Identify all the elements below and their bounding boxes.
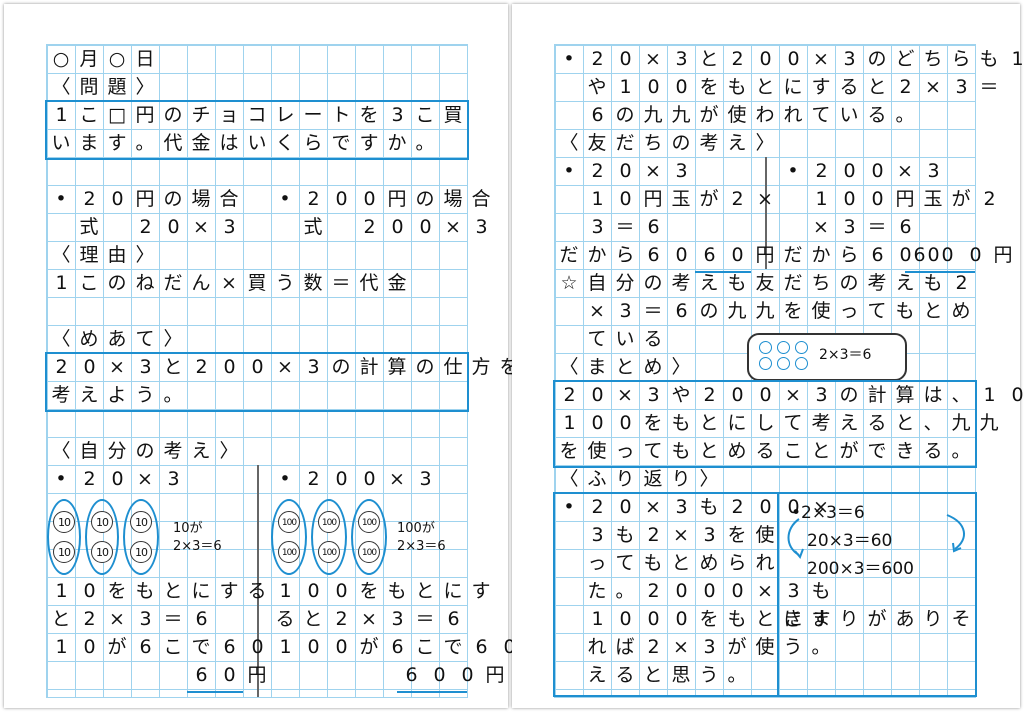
reflect-left-2: 3 も 2 × 3 を使 [591,524,775,546]
answer-underline [397,691,467,693]
star-line-2: × 3 ＝ 6 の九九を使ってもとめ [589,300,971,322]
case200-title: • 2 0 0 円の場合 [279,188,491,210]
right-grid: •20×3と200×3のどちらも10 や100をもとにすると2×3＝ 6の九九が… [553,44,1024,698]
dot-icon [759,357,772,370]
hundred-yen-coin: 100 [278,541,300,563]
answer-underline [187,691,243,693]
summary-line-2: 1 0 0 をもとにして考えると、九九 [563,412,999,434]
friend-a-title: • 2 0 × 3 [563,160,687,182]
reflect-heading: 〈ふり返り〉 [559,468,719,490]
problem-line-1: 1 こ □ 円のチョコレートを 3 こ買 [55,104,463,126]
dot-icon [795,341,808,354]
friend-a-line-3: だから60 [559,244,687,266]
reason-text: 1 このねだん × 買う数＝代金 [55,272,407,294]
own-a-note-1: 10が [173,521,203,536]
case20-title: • 2 0 円の場合 [55,188,239,210]
star-line-3: ている [587,328,663,350]
hundred-yen-coin: 100 [278,511,300,533]
reflect-left-3: ってもとめられ [587,552,775,574]
dot-icon [777,357,790,370]
goal-line-1: 2 0 × 3 と 2 0 0 × 3 の計算の仕方を [55,356,519,378]
right-line-1: •20×3と200×3のどちらも10 [563,48,1023,70]
ten-yen-coin: 10 [130,511,152,533]
own-a-title: • 2 0 × 3 [55,468,179,490]
summary-line-3: を使ってもとめることができる。 [559,440,971,462]
friend-heading: 〈友だちの考え〉 [559,132,775,154]
hundred-yen-coin: 100 [318,511,340,533]
own-b-title: • 2 0 0 × 3 [279,468,431,490]
own-a-note-2: 2×3＝6 [173,539,222,554]
arrow-icon [787,514,965,559]
right-line-2: や 1 0 0 をもとにすると 2 × 3 ＝ [587,76,999,98]
ten-yen-coin: 10 [53,541,75,563]
bubble-text: 2×3＝6 [819,347,872,363]
friend-b-answer: 600円 [913,244,1013,266]
dot-icon [759,341,772,354]
dot-icon [795,357,808,370]
problem-line-2: います。代金はいくらですか。 [51,132,435,154]
date-line: ○ 月 ○ 日 [52,48,155,70]
case200-formula: 式 2 0 0 × 3 [303,216,487,238]
own-a-line-3: 10が6こで60 [55,636,263,658]
friend-b-line-1: 100円玉が2 [815,188,995,210]
hundred-yen-coin: 100 [358,511,380,533]
summary-heading: 〈まとめ〉 [559,356,691,378]
ten-yen-coin: 10 [91,511,113,533]
friend-a-line-1: 1 0 円玉が 2 × [591,188,773,210]
summary-line-1: 20×3や200×3の計算は、10や [563,384,1023,406]
left-notebook-page: ○ 月 ○ 日 〈問題〉 1 こ □ 円のチョコレートを 3 こ買 います。代金はいくらですか。… [4,4,544,708]
own-b-note-2: 2×3＝6 [397,539,446,554]
own-b-answer: 600円 [405,664,505,686]
dot-icon [777,341,790,354]
reflect-right-4: きまりがありそ [783,608,971,630]
ten-yen-coin: 10 [130,541,152,563]
own-b-line-1: 100をもとにす [279,580,491,602]
own-b-line-2: ると 2 × 3 ＝ 6 [275,608,459,630]
case20-formula: 式 2 0 × 3 [79,216,235,238]
own-a-line-2: と 2 × 3 ＝ 6 [51,608,207,630]
own-b-line-3: 100が6こで600 [279,636,543,658]
friend-a-answer: 60円 [703,244,775,266]
reason-heading: 〈理由〉 [51,244,155,266]
goal-line-2: 考えよう。 [51,384,183,406]
own-b-note-1: 100が [397,521,435,536]
own-idea-heading: 〈自分の考え〉 [51,440,239,462]
friend-b-line-2: × 3 ＝ 6 [813,216,912,238]
friend-a-line-2: 3 ＝ 6 [591,216,659,238]
hundred-yen-coin: 100 [318,541,340,563]
left-grid: ○ 月 ○ 日 〈問題〉 1 こ □ 円のチョコレートを 3 こ買 います。代金はいくらですか。… [45,44,544,698]
right-line-3: 6 の九九が使われている。 [591,104,915,126]
reflect-right-5: う。 [783,636,831,658]
goal-heading: 〈めあて〉 [51,328,183,350]
own-a-answer: 60円 [195,664,267,686]
star-line-1: ☆ 自分の考えも友だちの考えも 2 [560,272,967,294]
right-notebook-page: •20×3と200×3のどちらも10 や100をもとにすると2×3＝ 6の九九が… [512,4,1024,708]
hundred-yen-coin: 100 [358,541,380,563]
own-a-line-1: 10をもとにする [55,580,267,602]
ten-yen-coin: 10 [53,511,75,533]
reflect-left-7: えると思う。 [587,664,747,686]
friend-b-title: • 2 0 0 × 3 [787,160,939,182]
reflect-left-4: た。 2 0 0 0 × 3 も [587,580,831,602]
ten-yen-coin: 10 [91,541,113,563]
reflect-left-6: れば 2 × 3 が使 [587,636,775,658]
problem-heading: 〈問題〉 [51,76,155,98]
